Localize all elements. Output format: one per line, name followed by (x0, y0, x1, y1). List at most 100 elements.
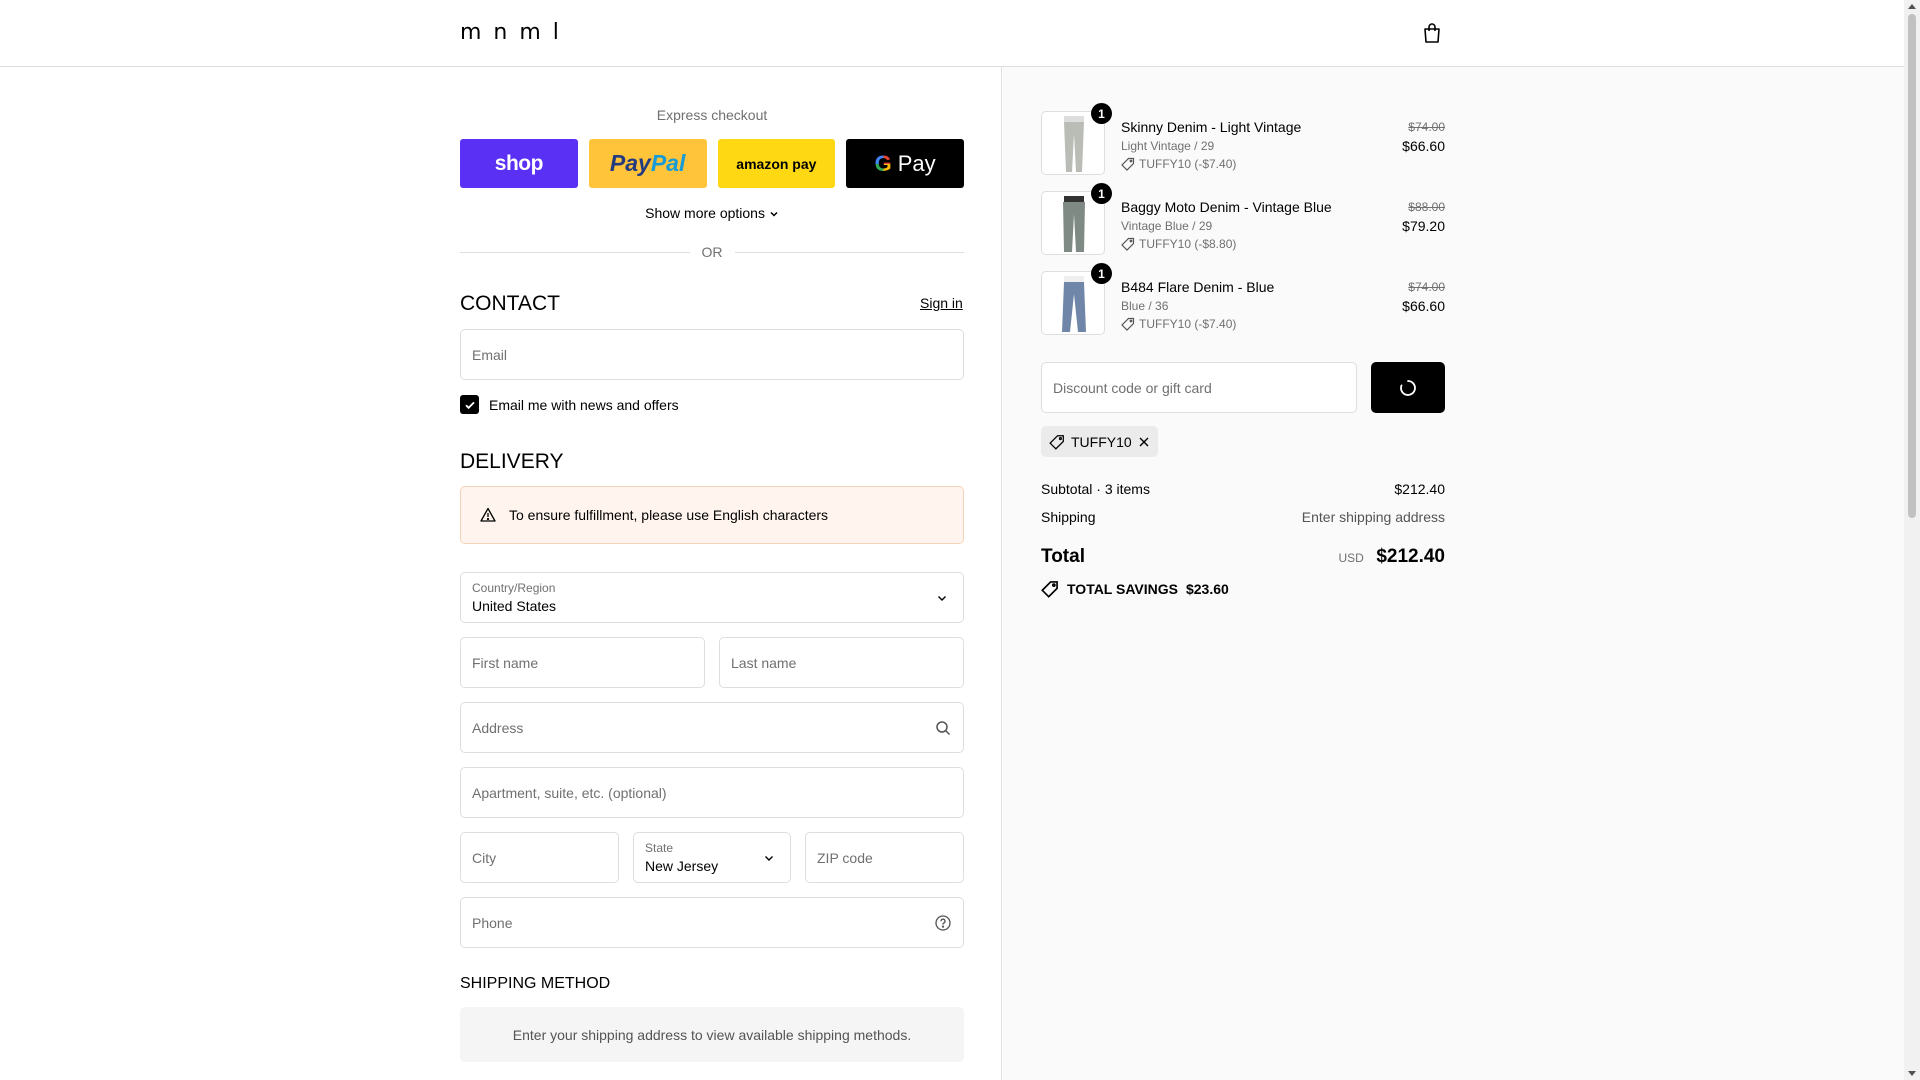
chevron-down-icon (938, 595, 946, 601)
checkmark-icon (464, 401, 475, 409)
quantity-badge: 1 (1091, 263, 1112, 284)
address-field[interactable]: Address (460, 702, 964, 753)
scroll-up-arrow-icon[interactable] (1908, 4, 1916, 9)
item-discount-text: TUFFY10 (-$8.80) (1139, 237, 1237, 251)
shop-pay-label: shop (494, 151, 544, 175)
total-savings: TOTAL SAVINGS $23.60 (1041, 580, 1229, 598)
discounted-price: $66.60 (1402, 298, 1445, 314)
shop-pay-button[interactable]: shop (460, 139, 578, 188)
scrollbar-thumb[interactable] (1908, 14, 1916, 518)
email-field[interactable]: Email (460, 329, 964, 380)
total-value: $212.40 (1376, 546, 1445, 567)
divider-line (460, 251, 690, 253)
last-name-placeholder: Last name (731, 654, 797, 671)
shipping-row: Shipping Enter shipping address (1041, 509, 1445, 525)
cart-item: 1 Baggy Moto Denim - Vintage Blue Vintag… (1041, 183, 1445, 257)
phone-field[interactable]: Phone (460, 897, 964, 948)
newsletter-option: Email me with news and offers (460, 395, 679, 414)
apply-discount-button[interactable] (1371, 362, 1445, 413)
chevron-down-icon (770, 212, 778, 217)
tag-icon (1041, 581, 1058, 598)
sign-in-link[interactable]: Sign in (920, 295, 963, 311)
english-characters-warning: To ensure fulfillment, please use Englis… (460, 486, 964, 544)
paypal-button[interactable]: Pay Pal (588, 139, 707, 188)
product-variant: Vintage Blue / 29 (1121, 219, 1213, 233)
quantity-badge: 1 (1091, 183, 1112, 204)
cart-item: 1 Skinny Denim - Light Vintage Light Vin… (1041, 103, 1445, 177)
newsletter-checkbox[interactable] (460, 395, 479, 414)
newsletter-label: Email me with news and offers (489, 396, 679, 413)
product-name: B484 Flare Denim - Blue (1121, 279, 1275, 295)
close-icon (1139, 437, 1149, 446)
tag-icon (1121, 237, 1135, 251)
state-value: New Jersey (645, 858, 719, 874)
savings-value: $23.60 (1185, 581, 1229, 597)
quantity-badge: 1 (1091, 103, 1112, 124)
delivery-title: DELIVERY (460, 450, 564, 473)
contact-title: CONTACT (460, 292, 560, 315)
item-discount-text: TUFFY10 (-$7.40) (1139, 317, 1237, 331)
discount-code-field[interactable]: Discount code or gift card (1041, 362, 1357, 413)
country-label: Country/Region (472, 581, 556, 595)
shipping-method-title: SHIPPING METHOD (460, 975, 611, 992)
zip-code-field[interactable]: ZIP code (805, 832, 964, 883)
tag-icon (1121, 317, 1135, 331)
paypal-label-a: Pay (609, 150, 651, 176)
page-scrollbar[interactable] (1904, 0, 1920, 1080)
header: mnml (0, 0, 1904, 67)
google-pay-button[interactable]: G Pay (846, 139, 964, 188)
divider-line (734, 251, 964, 253)
state-select[interactable]: State New Jersey (633, 832, 791, 883)
warning-text: To ensure fulfillment, please use Englis… (509, 507, 829, 523)
item-discount: TUFFY10 (-$8.80) (1121, 237, 1236, 251)
item-discount-text: TUFFY10 (-$7.40) (1139, 157, 1237, 171)
product-name: Skinny Denim - Light Vintage (1121, 119, 1302, 135)
address-placeholder: Address (472, 719, 524, 736)
subtotal-label: Subtotal · 3 items (1041, 481, 1150, 497)
country-select[interactable]: Country/Region United States (460, 572, 964, 623)
subtotal-value: $212.40 (1394, 481, 1445, 497)
item-discount: TUFFY10 (-$7.40) (1121, 317, 1236, 331)
zip-placeholder: ZIP code (817, 849, 873, 866)
shopping-bag-icon[interactable] (1420, 21, 1444, 45)
applied-discount-chip: TUFFY10 (1041, 426, 1158, 457)
applied-code-text: TUFFY10 (1071, 433, 1132, 450)
last-name-field[interactable]: Last name (719, 637, 964, 688)
shipping-value: Enter shipping address (1301, 509, 1445, 525)
city-placeholder: City (472, 849, 497, 866)
store-logo[interactable]: mnml (460, 20, 571, 45)
tag-icon (1049, 434, 1064, 450)
or-divider: OR (460, 243, 964, 261)
phone-placeholder: Phone (472, 914, 513, 931)
tag-icon (1121, 157, 1135, 171)
cart-item: 1 B484 Flare Denim - Blue Blue / 36 TUFF… (1041, 263, 1445, 337)
search-icon (936, 720, 951, 735)
chevron-down-icon (765, 855, 773, 861)
help-circle-icon[interactable] (934, 914, 952, 932)
shipping-label: Shipping (1041, 509, 1096, 525)
first-name-field[interactable]: First name (460, 637, 705, 688)
savings-label: TOTAL SAVINGS (1067, 581, 1178, 597)
apartment-field[interactable]: Apartment, suite, etc. (optional) (460, 767, 964, 818)
apartment-placeholder: Apartment, suite, etc. (optional) (472, 784, 667, 801)
google-g-icon: G (874, 150, 892, 176)
discounted-price: $79.20 (1402, 218, 1445, 234)
total-row: Total USD $212.40 (1041, 546, 1445, 568)
total-label: Total (1041, 546, 1085, 567)
shipping-method-placeholder: Enter your shipping address to view avai… (460, 1007, 964, 1062)
express-checkout-label: Express checkout (656, 107, 768, 123)
scroll-down-arrow-icon[interactable] (1908, 1071, 1916, 1076)
first-name-placeholder: First name (472, 654, 539, 671)
city-field[interactable]: City (460, 832, 619, 883)
discounted-price: $66.60 (1402, 138, 1445, 154)
show-more-options-link[interactable]: Show more options (460, 205, 964, 221)
email-placeholder: Email (472, 346, 508, 363)
remove-discount-button[interactable] (1138, 436, 1150, 448)
discount-placeholder: Discount code or gift card (1053, 379, 1212, 396)
google-pay-label: Pay (897, 150, 936, 176)
product-name: Baggy Moto Denim - Vintage Blue (1121, 199, 1332, 215)
or-label: OR (701, 244, 723, 260)
amazon-pay-button[interactable]: amazon pay (717, 139, 836, 188)
original-price: $74.00 (1408, 280, 1445, 294)
express-payment-buttons: shop Pay Pal amazon pay G Pay (460, 139, 964, 188)
